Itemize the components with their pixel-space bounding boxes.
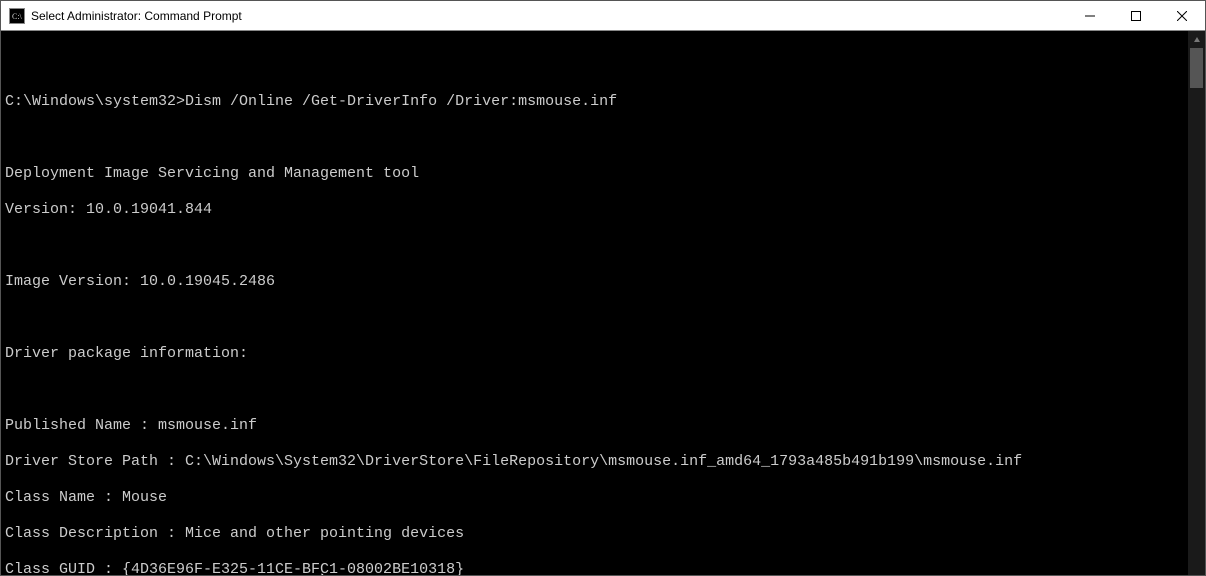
app-icon: C:\	[9, 8, 25, 24]
tool-title-line: Deployment Image Servicing and Managemen…	[5, 165, 1188, 183]
titlebar[interactable]: C:\ Select Administrator: Command Prompt	[1, 1, 1205, 31]
section-header-line: Driver package information:	[5, 345, 1188, 363]
scroll-up-arrow-icon[interactable]	[1188, 31, 1205, 48]
driver-store-path-line: Driver Store Path : C:\Windows\System32\…	[5, 453, 1188, 471]
published-name-line: Published Name : msmouse.inf	[5, 417, 1188, 435]
window-controls	[1067, 1, 1205, 30]
prompt-path: C:\Windows\system32>	[5, 93, 185, 110]
blank-line	[5, 309, 1188, 327]
blank-line	[5, 381, 1188, 399]
class-guid-line: Class GUID : {4D36E96F-E325-11CE-BFC1-08…	[5, 561, 1188, 575]
image-version-line: Image Version: 10.0.19045.2486	[5, 273, 1188, 291]
maximize-button[interactable]	[1113, 1, 1159, 30]
vertical-scrollbar[interactable]	[1188, 31, 1205, 575]
blank-line	[5, 57, 1188, 75]
class-description-line: Class Description : Mice and other point…	[5, 525, 1188, 543]
minimize-button[interactable]	[1067, 1, 1113, 30]
blank-line	[5, 237, 1188, 255]
console-output[interactable]: C:\Windows\system32>Dism /Online /Get-Dr…	[1, 31, 1188, 575]
class-name-line: Class Name : Mouse	[5, 489, 1188, 507]
prompt-line: C:\Windows\system32>Dism /Online /Get-Dr…	[5, 93, 1188, 111]
scrollbar-thumb[interactable]	[1190, 48, 1203, 88]
version-line: Version: 10.0.19041.844	[5, 201, 1188, 219]
prompt-command: Dism /Online /Get-DriverInfo /Driver:msm…	[185, 93, 617, 110]
close-button[interactable]	[1159, 1, 1205, 30]
blank-line	[5, 129, 1188, 147]
window-title: Select Administrator: Command Prompt	[31, 9, 242, 23]
svg-text:C:\: C:\	[12, 12, 23, 21]
